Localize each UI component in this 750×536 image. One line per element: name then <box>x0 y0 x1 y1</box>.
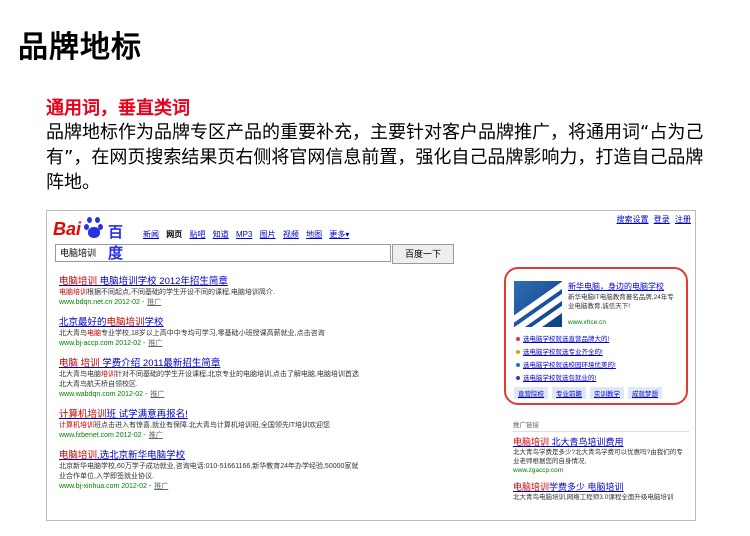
nav-video[interactable]: 视频 <box>283 230 299 239</box>
brand-link[interactable]: 选电脑学校就选专业齐全的! <box>516 346 616 359</box>
nav-zhidao[interactable]: 知道 <box>213 230 229 239</box>
brand-tab[interactable]: 直营院校 <box>514 387 548 399</box>
nav-images[interactable]: 图片 <box>260 230 276 239</box>
promo-link[interactable]: 推广 <box>149 432 163 439</box>
result-item: 电脑培训 电脑培训学校 2012年招生简章 电脑培训根据不同起点,不同基础的学生… <box>59 275 359 308</box>
result-item: 北京最好的电脑培训学校 北大青鸟电脑专业学校,18岁以上高中中专均可学习,零基础… <box>59 316 359 349</box>
bullet-icon <box>516 337 520 342</box>
slide-body: 品牌地标作为品牌专区产品的重要补充，主要针对客户品牌推广，将通用词“占为己有”，… <box>46 122 704 193</box>
paw-icon <box>84 217 104 239</box>
search-settings-link[interactable]: 搜索设置 <box>617 215 649 224</box>
ad-title[interactable]: 电脑培训 北大青鸟培训费用 <box>513 436 689 448</box>
top-links: 搜索设置 登录 注册 <box>614 214 691 225</box>
bullet-icon <box>516 376 520 381</box>
brand-links: 选电脑学校就选直营品牌大的! 选电脑学校就选专业齐全的! 选电脑学校就选校园环境… <box>516 333 616 385</box>
search-button[interactable]: 百度一下 <box>392 244 454 264</box>
result-url: www.bj-xinhua.com 2012-02 - 推广 <box>59 483 169 490</box>
result-title[interactable]: 北京最好的电脑培训学校 <box>59 316 359 329</box>
result-url: www.fzbenet.com 2012-02 - 推广 <box>59 432 163 439</box>
brand-desc: 新华电脑IT电脑教育著名品牌,24年专业电脑教育,诚信天下! <box>568 294 674 310</box>
browser-screenshot: 搜索设置 登录 注册 Bai 百度 新闻 网页 贴吧 知道 MP3 图片 视频 … <box>46 210 696 521</box>
brand-tab[interactable]: 成就梦想 <box>628 387 662 399</box>
promo-link[interactable]: 推广 <box>150 391 164 398</box>
brand-title[interactable]: 新华电脑，身边的电脑学校 <box>568 281 664 292</box>
brand-tab[interactable]: 实训教学 <box>590 387 624 399</box>
brand-link[interactable]: 选电脑学校就选直营品牌大的! <box>516 333 616 346</box>
result-desc: 电脑培训根据不同起点,不同基础的学生开设不同的课程,电脑培训简介. <box>59 289 275 296</box>
promo-link[interactable]: 推广 <box>147 299 161 306</box>
ad-title[interactable]: 电脑培训学费多少 电脑培训 <box>513 481 689 493</box>
brand-landmark-box: 新华电脑，身边的电脑学校 新华电脑IT电脑教育著名品牌,24年专业电脑教育,诚信… <box>504 267 688 405</box>
bullet-icon <box>516 363 520 368</box>
login-link[interactable]: 登录 <box>654 215 670 224</box>
brand-tab[interactable]: 专业前瞻 <box>552 387 586 399</box>
right-ads: 推广链接 电脑培训 北大青鸟培训费用 北大青鸟学费是多少?北大青鸟学费可以优惠吗… <box>513 419 689 508</box>
promo-link[interactable]: 推广 <box>154 483 168 490</box>
brand-tabs: 直营院校 专业前瞻 实训教学 成就梦想 <box>514 387 662 399</box>
baidu-logo[interactable]: Bai 百度 <box>53 217 129 262</box>
result-url: www.bdqn.net.cn 2012-02 - 推广 <box>59 299 162 306</box>
result-item: 电脑 培训 学费介绍 2011最新招生简章 北大青鸟电脑培训针对不同基础的学生开… <box>59 357 359 400</box>
nav-news[interactable]: 新闻 <box>143 230 159 239</box>
ad-item: 电脑培训 北大青鸟培训费用 北大青鸟学费是多少?北大青鸟学费可以优惠吗?由我们的… <box>513 436 689 475</box>
result-title[interactable]: 电脑培训 电脑培训学校 2012年招生简章 <box>59 275 359 288</box>
result-desc: 北大青鸟电脑专业学校,18岁以上高中中专均可学习,零基础小班授课高薪就业,点击咨… <box>59 330 325 337</box>
search-input[interactable]: 电脑培训 <box>55 244 391 262</box>
ad-desc: 北大青鸟学费是多少?北大青鸟学费可以优惠吗?由我们的专业老师根据您的自身情况, <box>513 449 683 465</box>
ads-label: 推广链接 <box>513 419 689 432</box>
nav-web[interactable]: 网页 <box>166 230 182 239</box>
result-desc: 计算机培训班点击进入有惊喜,就业有保障.北大青鸟计算机培训班,全国领先IT培训欢… <box>59 422 331 429</box>
register-link[interactable]: 注册 <box>675 215 691 224</box>
result-title[interactable]: 电脑培训,选北京新华电脑学校 <box>59 449 359 462</box>
slide-title: 品牌地标 <box>18 30 142 65</box>
nav-more[interactable]: 更多▾ <box>329 230 349 239</box>
ad-desc: 北大青鸟电脑培训,网络工程师3.0课程全面升级电脑培训 <box>513 494 674 501</box>
result-title[interactable]: 计算机培训班 试学满意再报名! <box>59 408 359 421</box>
search-results: 电脑培训 电脑培训学校 2012年招生简章 电脑培训根据不同起点,不同基础的学生… <box>59 275 359 500</box>
result-url: www.wabdqn.com 2012-02 - 推广 <box>59 391 165 398</box>
ad-item: 电脑培训学费多少 电脑培训 北大青鸟电脑培训,网络工程师3.0课程全面升级电脑培… <box>513 481 689 502</box>
brand-link[interactable]: 选电脑学校就选包就业的! <box>516 372 616 385</box>
result-title[interactable]: 电脑 培训 学费介绍 2011最新招生简章 <box>59 357 359 370</box>
brand-url: www.xhce.cn <box>568 319 606 326</box>
nav-map[interactable]: 地图 <box>306 230 322 239</box>
result-desc: 北大青鸟电脑培训针对不同基础的学生开设课程,北京专业的电脑培训,点击了解电脑,电… <box>59 371 359 388</box>
brand-link[interactable]: 选电脑学校就选校园环境优美的! <box>516 359 616 372</box>
search-nav: 新闻 网页 贴吧 知道 MP3 图片 视频 地图 更多▾ <box>143 229 354 240</box>
nav-tieba[interactable]: 贴吧 <box>189 230 205 239</box>
ad-url: www.zgaccp.com <box>513 467 564 474</box>
result-desc: 北京新华电脑学校,60万学子成功就业,咨询电话:010-51661166,新华教… <box>59 463 359 480</box>
result-item: 电脑培训,选北京新华电脑学校 北京新华电脑学校,60万学子成功就业,咨询电话:0… <box>59 449 359 492</box>
brand-logo-image[interactable] <box>514 281 562 327</box>
slide-subhead: 通用词，垂直类词 <box>46 98 190 119</box>
bullet-icon <box>516 350 520 355</box>
nav-mp3[interactable]: MP3 <box>236 230 252 239</box>
promo-link[interactable]: 推广 <box>148 340 162 347</box>
result-url: www.bj-accp.com 2012-02 - 推广 <box>59 340 163 347</box>
logo-text-left: Bai <box>53 219 82 239</box>
result-item: 计算机培训班 试学满意再报名! 计算机培训班点击进入有惊喜,就业有保障.北大青鸟… <box>59 408 359 441</box>
